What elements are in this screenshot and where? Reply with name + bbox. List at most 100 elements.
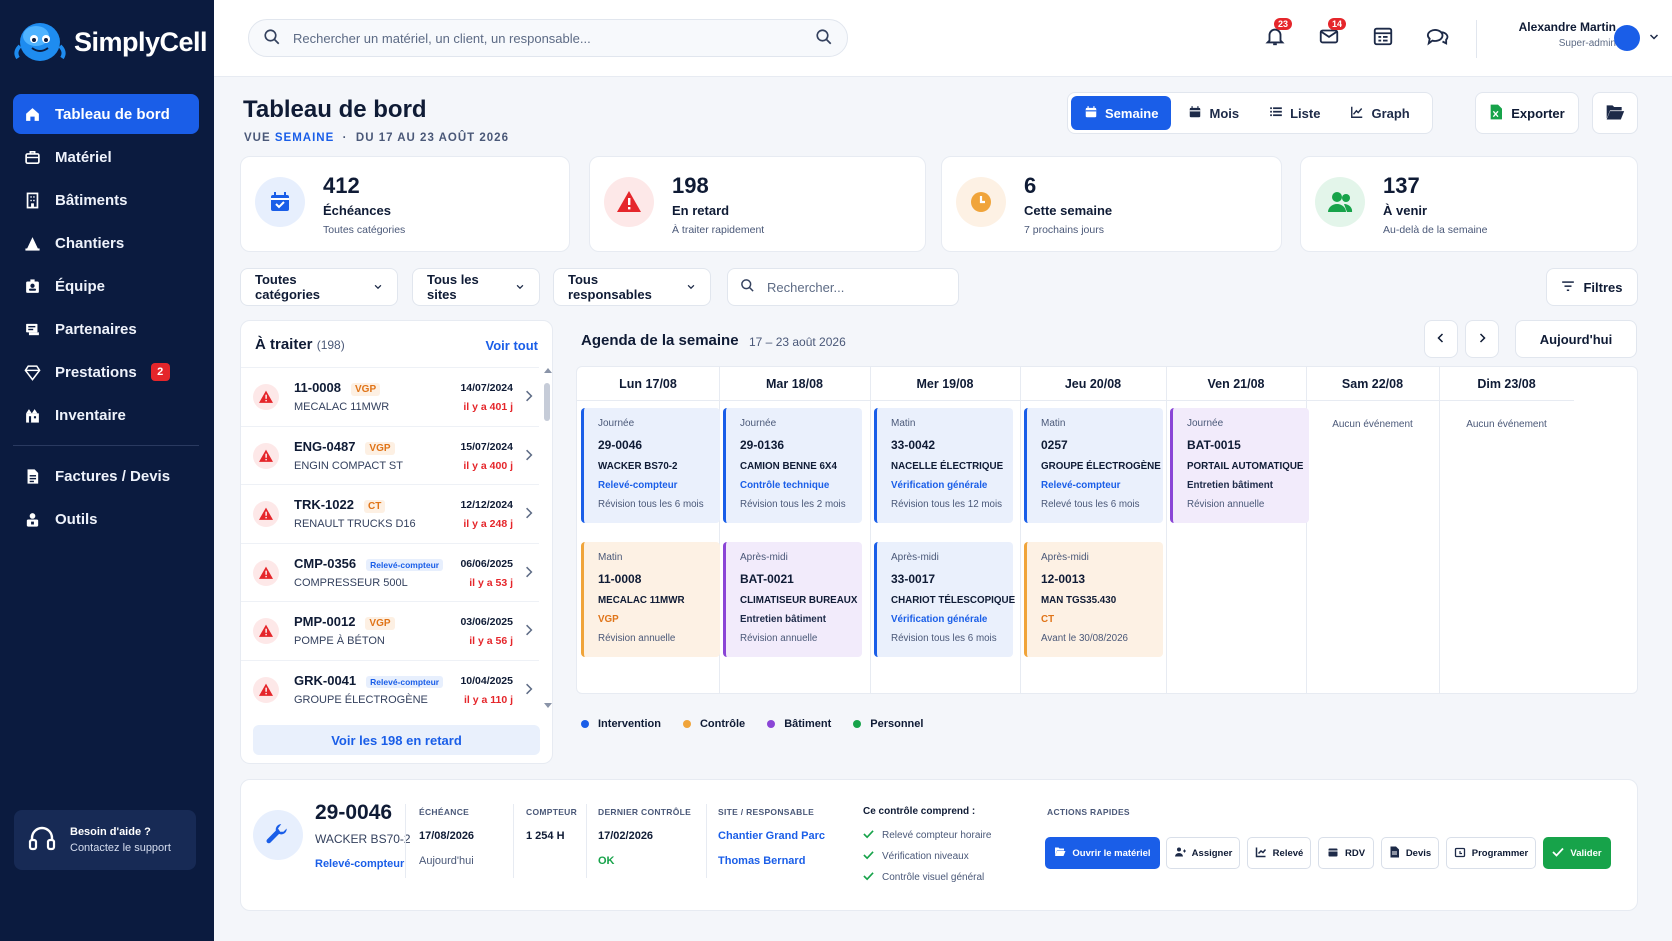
sidebar-item-dashboard[interactable]: Tableau de bord [13,94,199,134]
help-card[interactable]: Besoin d'aide ? Contactez le support [14,810,196,870]
checklist-item: Relevé compteur horaire [863,829,992,842]
event-code: 33-0042 [891,438,936,452]
event-frequency: Révision annuelle [1187,499,1265,510]
validate-button[interactable]: Valider [1543,837,1611,869]
filter-search-placeholder: Rechercher... [767,279,845,295]
event-when: Matin [598,552,623,563]
checklist-title: Ce contrôle comprend : [863,806,976,817]
sidebar-item-materiel[interactable]: Matériel [13,137,199,177]
calendar-event[interactable]: Après-midi 33-0017 CHARIOT TÉLESCOPIQUE Vér… [874,542,1015,657]
stat-card-semaine[interactable]: 6 Cette semaine 7 prochains jours [941,156,1282,252]
calendar-event[interactable]: Matin 0257 GROUPE ÉLECTROGÈNE Relevé-compte… [1024,408,1163,523]
sidebar-item-equipe[interactable]: Équipe [13,266,199,306]
sidebar-item-outils[interactable]: Outils [13,499,199,539]
calendar-button[interactable] [1370,24,1396,50]
agenda-next-button[interactable] [1465,320,1499,358]
view-graph-button[interactable]: Graph [1337,96,1422,130]
sidebar-item-batiments[interactable]: Bâtiments [13,180,199,220]
stat-card-echeances[interactable]: 412 Échéances Toutes catégories [240,156,570,252]
calendar-day-header: Dim 23/08 [1439,367,1574,401]
responsable-link[interactable]: Thomas Bernard [718,855,805,867]
global-search[interactable]: Rechercher un matériel, un client, un re… [248,19,848,57]
brand-logo[interactable]: SimplyCell [14,18,208,66]
sidebar-item-prestations[interactable]: Prestations 2 [13,352,199,392]
todo-row[interactable]: ENG-0487 VGP ENGIN COMPACT ST 15/07/2024 il … [241,425,539,485]
releve-button[interactable]: Relevé [1247,837,1311,869]
calendar-column-divider [1439,367,1440,693]
todo-row[interactable]: GRK-0041 Relevé-compteur GROUPE ÉLECTROGÈN… [241,659,539,719]
view-label: VUE [244,132,271,144]
calendar-event[interactable]: Journée 29-0136 CAMION BENNE 6X4 Contrôle t… [723,408,862,523]
main-nav: Tableau de bord Matériel Bâtiments Chant… [13,94,199,542]
notifications-badge: 23 [1274,18,1293,30]
open-item-button[interactable]: Ouvrir le matériel [1045,837,1160,869]
todo-row[interactable]: 11-0008 VGP MECALAC 11MWR 14/07/2024 il y a … [241,367,539,426]
see-late-button[interactable]: Voir les 198 en retard [253,725,540,755]
rdv-button[interactable]: RDV [1318,837,1374,869]
todo-tag: VGP [351,383,381,396]
todo-date: 10/04/2025 [460,674,513,687]
calendar-event[interactable]: Après-midi BAT-0021 CLIMATISEUR BUREAUX Ent… [723,542,862,657]
messages-button[interactable]: 14 [1316,18,1347,50]
selected-item-detail: 29-0046 WACKER BS70-2 Relevé-compteur ÉC… [240,779,1638,911]
sidebar-item-factures[interactable]: Factures / Devis [13,456,199,496]
chat-button[interactable] [1424,24,1450,50]
dernier-value: 17/02/2026 [598,830,654,842]
stat-value: 6 [1024,173,1037,198]
schedule-button[interactable]: Programmer [1446,837,1536,869]
view-liste-button[interactable]: Liste [1256,96,1333,130]
event-name: NACELLE ÉLECTRIQUE [891,461,1004,472]
sidebar-item-inventaire[interactable]: Inventaire [13,395,199,435]
stat-subtitle: Toutes catégories [323,224,406,236]
sidebar-item-label: Bâtiments [55,191,128,209]
validate-label: Valider [1570,847,1602,859]
todo-row[interactable]: TRK-1022 CT RENAULT TRUCKS D16 12/12/2024 il… [241,484,539,543]
filters-button[interactable]: Filtres [1546,268,1638,306]
todo-code: 11-0008 [294,380,341,395]
export-button[interactable]: Exporter [1475,92,1579,134]
todo-code-line: 11-0008 VGP [294,380,381,396]
search-icon [740,278,755,296]
site-link[interactable]: Chantier Grand Parc [718,830,825,842]
avatar[interactable] [1614,25,1640,51]
stat-card-retard[interactable]: 198 En retard À traiter rapidement [589,156,926,252]
chart-line-icon [1350,105,1364,122]
warning-icon [253,384,279,410]
todo-code: ENG-0487 [294,438,356,454]
calendar-event[interactable]: Matin 33-0042 NACELLE ÉLECTRIQUE Vérificati… [874,408,1013,523]
user-menu[interactable]: Alexandre Martin Super-admin [1504,20,1616,49]
chevron-down-icon[interactable] [1648,31,1660,46]
search-submit-icon[interactable] [815,28,833,49]
compteur-value: 1 254 H [526,830,565,842]
stat-value: 198 [672,173,709,198]
stat-card-avenir[interactable]: 137 À venir Au-delà de la semaine [1300,156,1638,252]
sidebar-item-chantiers[interactable]: Chantiers [13,223,199,263]
notifications-button[interactable]: 23 [1262,18,1293,50]
todo-row[interactable]: CMP-0356 Relevé-compteur COMPRESSEUR 500L 0… [241,542,539,602]
calendar-event[interactable]: Journée BAT-0015 PORTAIL AUTOMATIQUE Entret… [1170,408,1309,523]
todo-row[interactable]: PMP-0012 VGP POMPE À BÉTON 03/06/2025 il y a… [241,601,539,660]
event-frequency: Relevé tous les 6 mois [1041,499,1140,510]
today-button[interactable]: Aujourd'hui [1515,320,1637,358]
see-all-link[interactable]: Voir tout [486,338,538,353]
filter-categories[interactable]: Toutes catégories [240,268,398,306]
filter-search-input[interactable]: Rechercher... [727,268,959,306]
devis-button[interactable]: Devis [1381,837,1439,869]
calendar-event[interactable]: Après-midi 12-0013 MAN TGS35.430 CT Avant le… [1024,542,1163,657]
detail-type[interactable]: Relevé-compteur [315,858,404,870]
sidebar-item-partenaires[interactable]: Partenaires [13,309,199,349]
view-semaine-button[interactable]: Semaine [1071,96,1172,130]
calendar-event[interactable]: Matin 11-0008 MECALAC 11MWR VGP Révision ann… [581,542,720,657]
folder-button[interactable] [1592,92,1638,134]
todo-scroll-thumb[interactable] [544,383,550,421]
filter-sites[interactable]: Tous les sites [412,268,540,306]
view-mois-button[interactable]: Mois [1175,96,1252,130]
filter-responsables[interactable]: Tous responsables [553,268,711,306]
calendar-event[interactable]: Journée 29-0046 WACKER BS70-2 Relevé-compte… [581,408,720,523]
assign-button[interactable]: Assigner [1166,837,1240,869]
topbar: Rechercher un matériel, un client, un re… [214,0,1672,77]
event-when: Matin [1041,418,1066,429]
legend-label: Personnel [870,718,924,730]
top-actions: 23 14 [1262,18,1450,50]
agenda-prev-button[interactable] [1424,320,1458,358]
